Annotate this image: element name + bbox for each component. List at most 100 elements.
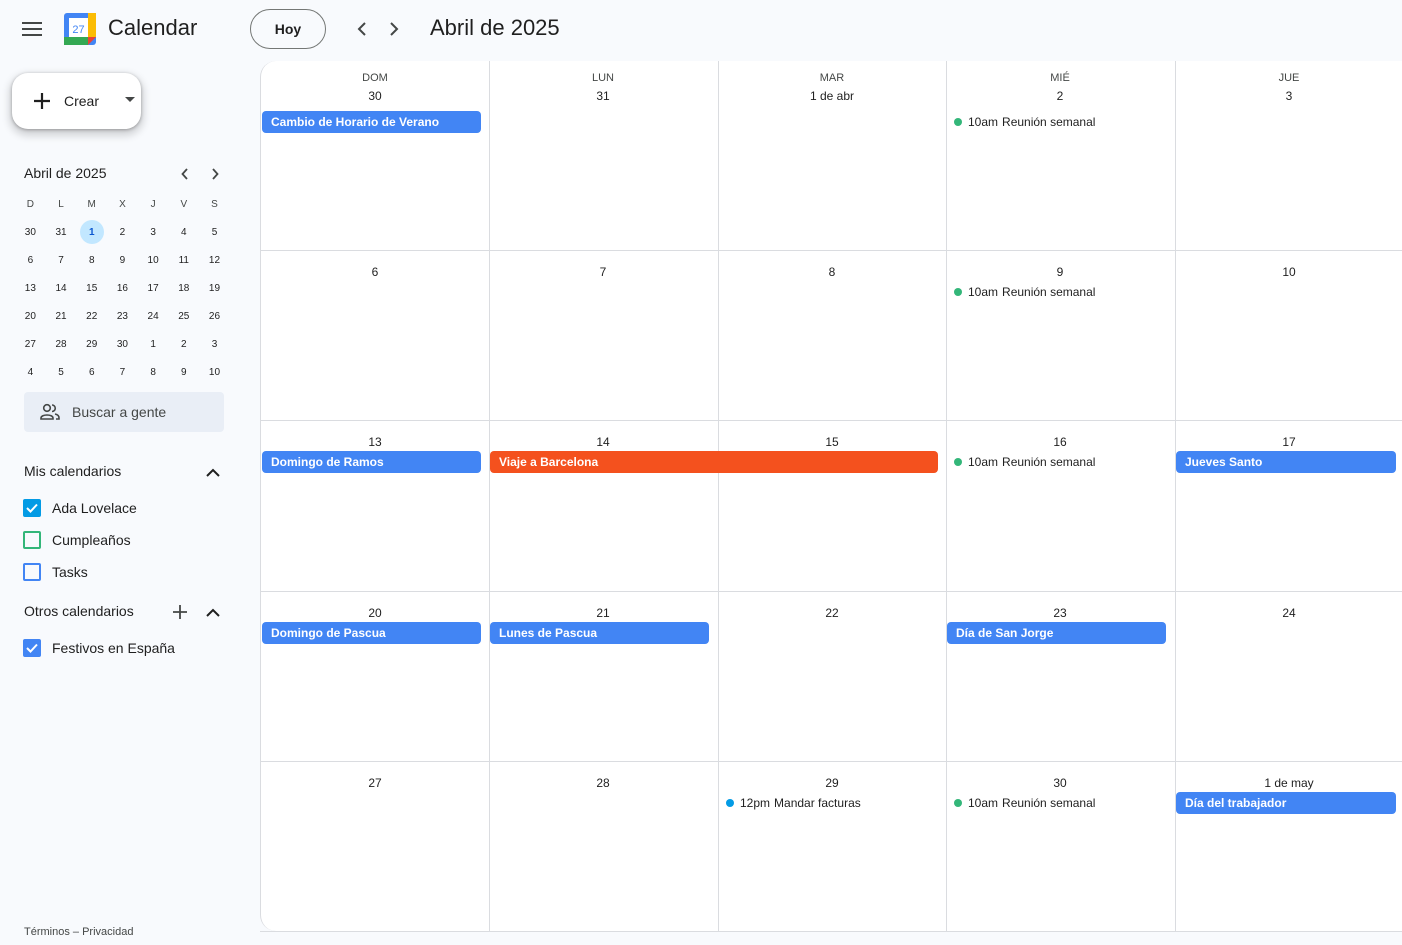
mini-day[interactable]: 27 bbox=[15, 330, 46, 358]
event-chip[interactable]: Día de San Jorge bbox=[947, 622, 1166, 644]
mini-day[interactable]: 2 bbox=[107, 218, 138, 246]
mini-day[interactable]: 31 bbox=[46, 218, 77, 246]
event-chip[interactable]: Viaje a Barcelona bbox=[490, 451, 938, 473]
event-chip[interactable]: Cambio de Horario de Verano bbox=[262, 111, 481, 133]
day-number[interactable]: 13 bbox=[261, 435, 489, 449]
mini-day[interactable]: 4 bbox=[15, 358, 46, 386]
day-number[interactable]: 1 de abr bbox=[718, 89, 946, 103]
mini-day[interactable]: 26 bbox=[199, 302, 230, 330]
event-chip[interactable]: Jueves Santo bbox=[1176, 451, 1396, 473]
day-number[interactable]: 29 bbox=[718, 776, 946, 790]
day-number[interactable]: 30 bbox=[261, 89, 489, 103]
day-number[interactable]: 24 bbox=[1175, 606, 1402, 620]
mini-day[interactable]: 20 bbox=[15, 302, 46, 330]
search-people-field[interactable]: Buscar a gente bbox=[24, 392, 224, 432]
event-chip[interactable]: Lunes de Pascua bbox=[490, 622, 709, 644]
mini-day[interactable]: 9 bbox=[107, 246, 138, 274]
day-number[interactable]: 22 bbox=[718, 606, 946, 620]
previous-period-button[interactable] bbox=[346, 13, 378, 45]
mini-day[interactable]: 17 bbox=[138, 274, 169, 302]
day-number[interactable]: 1 de may bbox=[1175, 776, 1402, 790]
mini-day[interactable]: 1 bbox=[138, 330, 169, 358]
mini-day[interactable]: 23 bbox=[107, 302, 138, 330]
other-calendars-collapse-button[interactable] bbox=[201, 600, 225, 624]
next-period-button[interactable] bbox=[378, 13, 410, 45]
mini-day[interactable]: 14 bbox=[46, 274, 77, 302]
mini-day[interactable]: 7 bbox=[46, 246, 77, 274]
day-number[interactable]: 27 bbox=[261, 776, 489, 790]
mini-day[interactable]: 8 bbox=[138, 358, 169, 386]
timed-event[interactable]: 10am Reunión semanal bbox=[954, 452, 1095, 472]
day-number[interactable]: 17 bbox=[1175, 435, 1402, 449]
day-number[interactable]: 14 bbox=[489, 435, 717, 449]
mini-day[interactable]: 25 bbox=[168, 302, 199, 330]
checkbox-unchecked[interactable] bbox=[23, 563, 41, 581]
calendar-item[interactable]: Festivos en España bbox=[22, 636, 175, 660]
mini-day-selected[interactable]: 1 bbox=[76, 218, 107, 246]
mini-day[interactable]: 22 bbox=[76, 302, 107, 330]
event-chip[interactable]: Domingo de Pascua bbox=[262, 622, 481, 644]
mini-day[interactable]: 3 bbox=[138, 218, 169, 246]
mini-day[interactable]: 6 bbox=[15, 246, 46, 274]
calendar-item[interactable]: Ada Lovelace bbox=[22, 496, 137, 520]
mini-day[interactable]: 8 bbox=[76, 246, 107, 274]
mini-day[interactable]: 6 bbox=[76, 358, 107, 386]
add-other-calendar-button[interactable] bbox=[168, 600, 192, 624]
mini-day[interactable]: 9 bbox=[168, 358, 199, 386]
timed-event[interactable]: 10am Reunión semanal bbox=[954, 282, 1095, 302]
mini-day[interactable]: 10 bbox=[138, 246, 169, 274]
day-number[interactable]: 9 bbox=[946, 265, 1174, 279]
today-button[interactable]: Hoy bbox=[250, 9, 326, 49]
day-number[interactable]: 20 bbox=[261, 606, 489, 620]
day-number[interactable]: 15 bbox=[718, 435, 946, 449]
mini-day[interactable]: 5 bbox=[199, 218, 230, 246]
mini-day[interactable]: 7 bbox=[107, 358, 138, 386]
timed-event[interactable]: 10am Reunión semanal bbox=[954, 793, 1095, 813]
mini-day[interactable]: 29 bbox=[76, 330, 107, 358]
mini-previous-month-button[interactable] bbox=[173, 162, 197, 186]
mini-next-month-button[interactable] bbox=[203, 162, 227, 186]
privacy-link[interactable]: Privacidad bbox=[82, 926, 133, 938]
checkbox-unchecked[interactable] bbox=[23, 531, 41, 549]
mini-day[interactable]: 3 bbox=[199, 330, 230, 358]
day-number[interactable]: 10 bbox=[1175, 265, 1402, 279]
mini-day[interactable]: 4 bbox=[168, 218, 199, 246]
day-number[interactable]: 2 bbox=[946, 89, 1174, 103]
terms-link[interactable]: Términos bbox=[24, 926, 70, 938]
calendar-logo-icon[interactable]: 27 bbox=[64, 13, 96, 45]
mini-day[interactable]: 19 bbox=[199, 274, 230, 302]
checkbox-checked[interactable] bbox=[23, 639, 41, 657]
day-number[interactable]: 6 bbox=[261, 265, 489, 279]
mini-day[interactable]: 16 bbox=[107, 274, 138, 302]
mini-day[interactable]: 24 bbox=[138, 302, 169, 330]
mini-day[interactable]: 30 bbox=[15, 218, 46, 246]
day-number[interactable]: 21 bbox=[489, 606, 717, 620]
mini-day[interactable]: 30 bbox=[107, 330, 138, 358]
day-number[interactable]: 23 bbox=[946, 606, 1174, 620]
mini-day[interactable]: 5 bbox=[46, 358, 77, 386]
mini-day[interactable]: 18 bbox=[168, 274, 199, 302]
day-number[interactable]: 8 bbox=[718, 265, 946, 279]
calendar-item[interactable]: Cumpleaños bbox=[22, 528, 131, 552]
mini-day[interactable]: 13 bbox=[15, 274, 46, 302]
day-number[interactable]: 30 bbox=[946, 776, 1174, 790]
mini-day[interactable]: 2 bbox=[168, 330, 199, 358]
mini-day[interactable]: 21 bbox=[46, 302, 77, 330]
day-number[interactable]: 28 bbox=[489, 776, 717, 790]
create-button[interactable]: Crear bbox=[12, 73, 141, 129]
day-number[interactable]: 31 bbox=[489, 89, 717, 103]
mini-day[interactable]: 10 bbox=[199, 358, 230, 386]
event-chip[interactable]: Día del trabajador bbox=[1176, 792, 1396, 814]
timed-event[interactable]: 12pm Mandar facturas bbox=[726, 793, 861, 813]
timed-event[interactable]: 10am Reunión semanal bbox=[954, 112, 1095, 132]
day-number[interactable]: 16 bbox=[946, 435, 1174, 449]
mini-day[interactable]: 12 bbox=[199, 246, 230, 274]
day-number[interactable]: 7 bbox=[489, 265, 717, 279]
checkbox-checked[interactable] bbox=[23, 499, 41, 517]
calendar-item[interactable]: Tasks bbox=[22, 560, 88, 584]
mini-day[interactable]: 15 bbox=[76, 274, 107, 302]
my-calendars-collapse-button[interactable] bbox=[201, 460, 225, 484]
day-number[interactable]: 3 bbox=[1175, 89, 1402, 103]
mini-day[interactable]: 28 bbox=[46, 330, 77, 358]
main-menu-button[interactable] bbox=[12, 9, 52, 49]
